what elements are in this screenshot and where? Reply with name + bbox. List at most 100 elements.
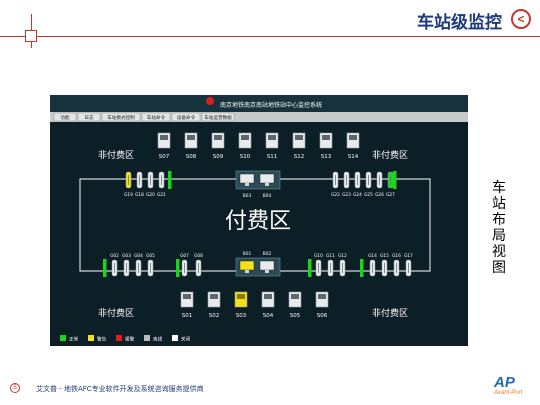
gate-label: G08 bbox=[194, 253, 203, 259]
ticket-machine[interactable]: S09 bbox=[211, 132, 225, 160]
toolbar-button[interactable]: 车站命令 bbox=[141, 112, 171, 122]
side-label-char: 视 bbox=[492, 244, 506, 260]
gate-status-bar bbox=[176, 259, 180, 277]
ticket-machine-label: S01 bbox=[182, 313, 193, 319]
toolbar-button-label: 车站运营数据 bbox=[204, 114, 232, 121]
gate-label: G16 bbox=[392, 253, 401, 259]
alarm-icon bbox=[206, 97, 214, 105]
ticket-machine[interactable]: S12 bbox=[292, 132, 306, 160]
ticket-office-label: B02 bbox=[263, 251, 272, 257]
ticket-machine[interactable]: S03 bbox=[234, 291, 248, 319]
ticket-machine[interactable]: S01 bbox=[180, 291, 194, 319]
ticket-machine-label: S05 bbox=[290, 313, 301, 319]
gate-label: G12 bbox=[338, 253, 347, 259]
toolbar-button-label: 功能 bbox=[60, 114, 70, 121]
ticket-machine[interactable]: S06 bbox=[315, 291, 329, 319]
ticket-machine-label: S13 bbox=[321, 154, 332, 160]
gate-label: G25 bbox=[364, 192, 373, 198]
ticket-machine[interactable]: S10 bbox=[238, 132, 252, 160]
side-label: 车站布局视图 bbox=[486, 180, 512, 276]
side-label-char: 车 bbox=[492, 180, 506, 196]
toolbar-button-label: 车站命令 bbox=[147, 114, 166, 121]
ticket-machine[interactable]: S07 bbox=[157, 132, 171, 160]
gate-label: G10 bbox=[314, 253, 323, 259]
ticket-machine-label: S11 bbox=[267, 154, 278, 160]
ticket-office-terminal bbox=[239, 260, 255, 271]
gate-label: G24 bbox=[353, 192, 362, 198]
ticket-machine[interactable]: S13 bbox=[319, 132, 333, 160]
gate-label: G14 bbox=[368, 253, 377, 259]
ticket-machine-label: S06 bbox=[317, 313, 328, 319]
toolbar-button[interactable]: 车站运营数据 bbox=[201, 112, 235, 122]
gate-status-bar bbox=[168, 171, 172, 189]
ticket-machine-label: S03 bbox=[236, 313, 247, 319]
ticket-machine-label: S12 bbox=[294, 154, 305, 160]
header-crosshair-box bbox=[25, 30, 37, 42]
company-logo: AP Avant-Port bbox=[494, 374, 534, 398]
gate-label: G20 bbox=[146, 192, 155, 198]
ticket-machine-label: S07 bbox=[159, 154, 170, 160]
logo-mark: AP bbox=[494, 374, 515, 391]
legend-label: 警告 bbox=[97, 336, 107, 343]
gate-label: G04 bbox=[134, 253, 143, 259]
ticket-office-label: B03 bbox=[243, 193, 252, 199]
ticket-machine-label: S10 bbox=[240, 154, 251, 160]
zone-nonpaid-bottom-left: 非付费区 bbox=[98, 307, 134, 319]
ticket-machine-label: S09 bbox=[213, 154, 224, 160]
page-title: 车站级监控 bbox=[417, 13, 502, 33]
gate-label: G22 bbox=[331, 192, 340, 198]
ticket-office-label: B04 bbox=[263, 193, 272, 199]
gate-label: G02 bbox=[110, 253, 119, 259]
side-label-char: 布 bbox=[492, 212, 506, 228]
gate-status-bar bbox=[308, 259, 312, 277]
ticket-office-terminal bbox=[239, 173, 255, 184]
gate-label: G11 bbox=[326, 253, 335, 259]
toolbar-button[interactable]: 日志 bbox=[77, 112, 101, 122]
ticket-machine[interactable]: S02 bbox=[207, 291, 221, 319]
toolbar-button[interactable]: 车站模式控制 bbox=[101, 112, 141, 122]
zone-paid: 付费区 bbox=[225, 209, 291, 234]
side-label-char: 局 bbox=[492, 228, 506, 244]
ticket-office-terminal bbox=[259, 173, 275, 184]
ticket-machine[interactable]: S05 bbox=[288, 291, 302, 319]
gate-label: G18 bbox=[135, 192, 144, 198]
zone-nonpaid-bottom-right: 非付费区 bbox=[372, 307, 408, 319]
back-icon[interactable]: < bbox=[511, 9, 531, 29]
gate-status-bar bbox=[393, 171, 397, 189]
toolbar-button[interactable]: 功能 bbox=[53, 112, 77, 122]
legend-label: 正常 bbox=[69, 336, 79, 343]
toolbar-button-label: 设备命令 bbox=[177, 114, 196, 121]
gate-status-bar bbox=[103, 259, 107, 277]
ticket-machine[interactable]: S14 bbox=[346, 132, 360, 160]
toolbar-button-label: 车站模式控制 bbox=[107, 114, 135, 121]
side-label-char: 站 bbox=[492, 196, 506, 212]
gate-label: G21 bbox=[157, 192, 166, 198]
side-label-char: 图 bbox=[492, 260, 506, 276]
ticket-machine[interactable]: S08 bbox=[184, 132, 198, 160]
station-monitor-screen: 南京地铁南京南站地铁站中心监控系统 功能 日志 车站模式控制 车站命令 设备命令 车站运营… bbox=[50, 95, 468, 346]
ticket-machine-label: S04 bbox=[263, 313, 274, 319]
gate-label: G27 bbox=[386, 192, 395, 198]
ticket-office-terminal bbox=[259, 260, 275, 271]
zone-nonpaid-top-left: 非付费区 bbox=[98, 149, 134, 161]
zone-nonpaid-top-right: 非付费区 bbox=[372, 149, 408, 161]
screen-title: 南京地铁南京南站地铁站中心监控系统 bbox=[220, 101, 322, 109]
gate-label: G17 bbox=[404, 253, 413, 259]
gate-label: G03 bbox=[122, 253, 131, 259]
gate-status-bar bbox=[360, 259, 364, 277]
gate-label: G23 bbox=[342, 192, 351, 198]
ticket-machine-label: S02 bbox=[209, 313, 220, 319]
toolbar-button[interactable]: 设备命令 bbox=[171, 112, 201, 122]
ticket-machine-label: S14 bbox=[348, 154, 359, 160]
gate-label: G26 bbox=[375, 192, 384, 198]
gate-label: G07 bbox=[180, 253, 189, 259]
gate-label: G19 bbox=[124, 192, 133, 198]
page-number: 5 bbox=[10, 383, 20, 393]
gate-label: G15 bbox=[380, 253, 389, 259]
gate-label: G05 bbox=[146, 253, 155, 259]
legend-label: 离线 bbox=[153, 336, 163, 343]
ticket-office-label: B01 bbox=[243, 251, 252, 257]
ticket-machine[interactable]: S11 bbox=[265, 132, 279, 160]
ticket-machine[interactable]: S04 bbox=[261, 291, 275, 319]
logo-subtitle: Avant-Port bbox=[494, 390, 523, 396]
